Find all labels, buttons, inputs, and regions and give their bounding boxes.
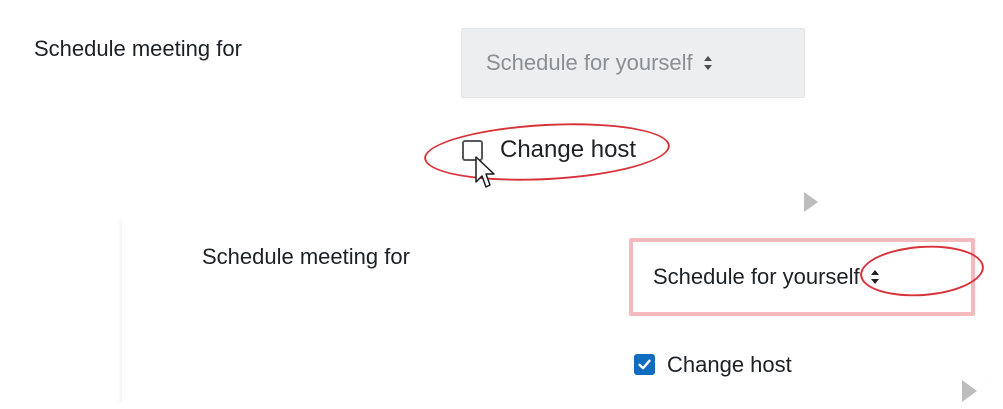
schedule-for-select-disabled[interactable]: Schedule for yourself bbox=[461, 28, 805, 98]
mouse-pointer-icon bbox=[474, 156, 496, 190]
change-host-label[interactable]: Change host bbox=[667, 352, 792, 378]
schedule-meeting-label: Schedule meeting for bbox=[34, 36, 242, 61]
annotation-ellipse-change-host bbox=[423, 118, 672, 187]
change-host-checkbox-checked[interactable] bbox=[634, 354, 655, 375]
checkmark-icon bbox=[637, 357, 652, 372]
panel-after: Schedule meeting for Schedule for yourse… bbox=[122, 212, 992, 402]
page-curl bbox=[962, 380, 992, 402]
panel-before: Schedule meeting for Schedule for yourse… bbox=[0, 0, 832, 212]
page: Schedule meeting for Schedule for yourse… bbox=[0, 0, 1003, 409]
schedule-for-select-value: Schedule for yourself bbox=[486, 50, 693, 75]
schedule-meeting-label: Schedule meeting for bbox=[202, 244, 410, 269]
updown-arrows-icon bbox=[703, 55, 713, 71]
page-curl bbox=[804, 192, 832, 212]
schedule-for-select-value: Schedule for yourself bbox=[653, 264, 860, 289]
